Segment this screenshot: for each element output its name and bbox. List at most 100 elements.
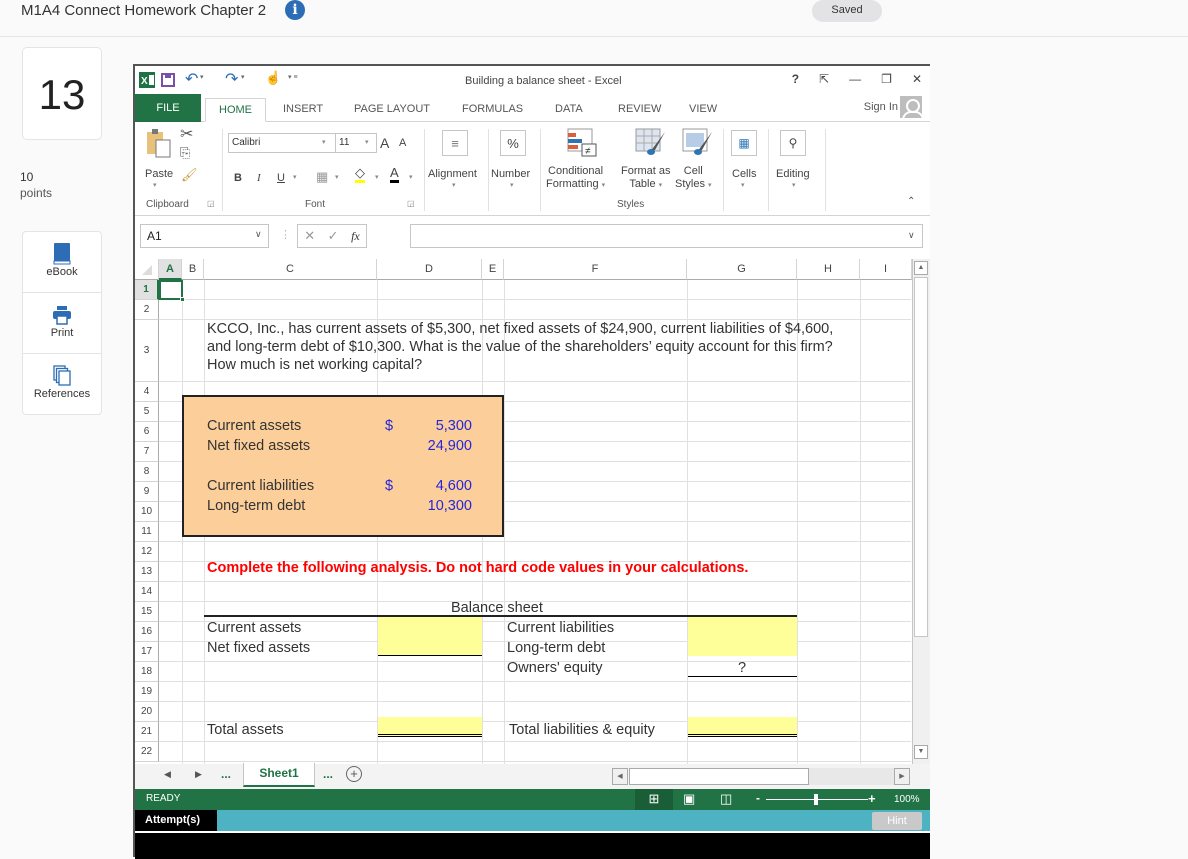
- row-header-7[interactable]: 7: [135, 442, 159, 462]
- sheet-prev-icon[interactable]: ◀: [164, 769, 171, 780]
- row-header-18[interactable]: 18: [135, 662, 159, 682]
- column-header-h[interactable]: H: [797, 259, 860, 280]
- fill-color-dropdown-icon[interactable]: ▾: [375, 173, 379, 181]
- number-dropdown-icon[interactable]: ▾: [510, 181, 514, 189]
- row-header-1[interactable]: 1: [135, 280, 159, 300]
- tab-home[interactable]: HOME: [205, 98, 266, 122]
- font-size-dropdown-icon[interactable]: ▾: [365, 138, 369, 146]
- row-header-21[interactable]: 21: [135, 722, 159, 742]
- conditional-formatting-button[interactable]: Conditional Formatting ▾: [546, 165, 605, 192]
- selected-cell-a1[interactable]: [159, 280, 185, 302]
- tab-data[interactable]: DATA: [555, 98, 583, 122]
- paste-icon[interactable]: [145, 128, 173, 158]
- paste-dropdown-icon[interactable]: ▾: [153, 181, 157, 189]
- name-box-dropdown-icon[interactable]: ∨: [255, 229, 262, 240]
- tab-formulas[interactable]: FORMULAS: [462, 98, 523, 122]
- hscroll-right-icon[interactable]: ▶: [894, 768, 910, 785]
- sheet-tab-sheet1[interactable]: Sheet1: [243, 763, 315, 787]
- column-header-e[interactable]: E: [482, 259, 504, 280]
- copy-icon[interactable]: ⎘: [180, 145, 190, 161]
- formula-input[interactable]: [410, 224, 923, 248]
- cells-dropdown-icon[interactable]: ▾: [741, 181, 745, 189]
- help-button[interactable]: ?: [792, 72, 799, 86]
- row-header-20[interactable]: 20: [135, 702, 159, 722]
- alignment-button[interactable]: Alignment: [428, 168, 477, 180]
- font-name-box[interactable]: Calibri: [228, 133, 336, 153]
- vertical-scroll-thumb[interactable]: [914, 277, 928, 637]
- row-header-12[interactable]: 12: [135, 542, 159, 562]
- column-header-d[interactable]: D: [377, 259, 482, 280]
- fill-color-icon[interactable]: ◇: [355, 166, 365, 183]
- horizontal-scroll-thumb[interactable]: [629, 768, 809, 785]
- tab-view[interactable]: VIEW: [689, 98, 717, 122]
- zoom-out-button[interactable]: -: [756, 791, 760, 805]
- tab-insert[interactable]: INSERT: [283, 98, 323, 122]
- editing-dropdown-icon[interactable]: ▾: [792, 181, 796, 189]
- name-box[interactable]: A1: [140, 224, 269, 248]
- vertical-scrollbar[interactable]: ▲ ▼: [912, 259, 930, 764]
- ebook-button[interactable]: eBook: [23, 232, 101, 293]
- tab-page-layout[interactable]: PAGE LAYOUT: [354, 98, 430, 122]
- row-header-14[interactable]: 14: [135, 582, 159, 602]
- save-icon[interactable]: [161, 73, 175, 87]
- cells-icon[interactable]: ▦: [731, 130, 757, 156]
- row-header-10[interactable]: 10: [135, 502, 159, 522]
- column-header-b[interactable]: B: [182, 259, 204, 280]
- alignment-icon[interactable]: ≡: [442, 130, 468, 156]
- column-header-f[interactable]: F: [504, 259, 687, 280]
- conditional-formatting-icon[interactable]: ≠: [567, 128, 599, 158]
- shrink-font-button[interactable]: A: [399, 137, 406, 149]
- sheet-next-icon[interactable]: ▶: [195, 769, 202, 780]
- italic-button[interactable]: I: [257, 172, 261, 184]
- borders-icon[interactable]: ▦: [316, 169, 328, 185]
- row-header-5[interactable]: 5: [135, 402, 159, 422]
- confirm-entry-icon[interactable]: ✓: [328, 228, 339, 244]
- format-as-table-icon[interactable]: [635, 128, 667, 158]
- zoom-slider-thumb[interactable]: [814, 794, 818, 805]
- collapse-ribbon-icon[interactable]: ⌃: [907, 196, 915, 207]
- row-header-6[interactable]: 6: [135, 422, 159, 442]
- row-header-2[interactable]: 2: [135, 300, 159, 320]
- borders-dropdown-icon[interactable]: ▾: [335, 173, 339, 181]
- bold-button[interactable]: B: [234, 172, 242, 184]
- row-header-4[interactable]: 4: [135, 382, 159, 402]
- font-launcher-icon[interactable]: ◲: [407, 199, 415, 208]
- row-header-3[interactable]: 3: [135, 320, 159, 382]
- close-button[interactable]: ✕: [912, 72, 922, 86]
- binoculars-icon[interactable]: ⚲: [780, 130, 806, 156]
- worksheet-grid[interactable]: A B C D E F G H I 1 2 3 4 5 6 7 8 9 10 11 12 13 14 15 16 17 18 19 20…: [135, 259, 930, 764]
- row-header-15[interactable]: 15: [135, 602, 159, 622]
- font-size-box[interactable]: 11: [335, 133, 377, 153]
- info-icon[interactable]: i: [285, 0, 305, 20]
- hint-button[interactable]: Hint: [872, 812, 922, 830]
- touch-mode-icon[interactable]: ☝: [265, 70, 281, 86]
- print-button[interactable]: Print: [23, 293, 101, 354]
- page-layout-view-icon[interactable]: ▣: [683, 791, 695, 807]
- number-button[interactable]: Number: [491, 168, 530, 180]
- ribbon-display-button[interactable]: ⇱: [819, 72, 829, 86]
- undo-icon[interactable]: ↶: [185, 69, 198, 89]
- row-header-16[interactable]: 16: [135, 622, 159, 642]
- alignment-dropdown-icon[interactable]: ▾: [452, 181, 456, 189]
- horizontal-scrollbar[interactable]: [629, 768, 899, 785]
- insert-function-button[interactable]: fx: [351, 229, 360, 244]
- font-color-dropdown-icon[interactable]: ▾: [409, 173, 413, 181]
- zoom-in-button[interactable]: +: [868, 791, 876, 806]
- scroll-up-icon[interactable]: ▲: [914, 261, 928, 275]
- page-break-view-icon[interactable]: ◫: [720, 791, 732, 807]
- paste-button[interactable]: Paste: [145, 168, 173, 180]
- cut-icon[interactable]: ✂: [180, 124, 193, 144]
- column-header-g[interactable]: G: [687, 259, 797, 280]
- cell-styles-button[interactable]: Cell Styles ▾: [675, 165, 712, 192]
- row-header-8[interactable]: 8: [135, 462, 159, 482]
- cell-styles-icon[interactable]: [682, 128, 714, 158]
- underline-button[interactable]: U: [277, 172, 285, 184]
- editing-button[interactable]: Editing: [776, 168, 810, 180]
- redo-icon[interactable]: ↷: [225, 69, 238, 89]
- references-button[interactable]: References: [23, 354, 101, 415]
- tab-file[interactable]: FILE: [135, 94, 201, 122]
- cell-g21-input[interactable]: [688, 717, 797, 737]
- row-header-19[interactable]: 19: [135, 682, 159, 702]
- row-header-9[interactable]: 9: [135, 482, 159, 502]
- row-header-13[interactable]: 13: [135, 562, 159, 582]
